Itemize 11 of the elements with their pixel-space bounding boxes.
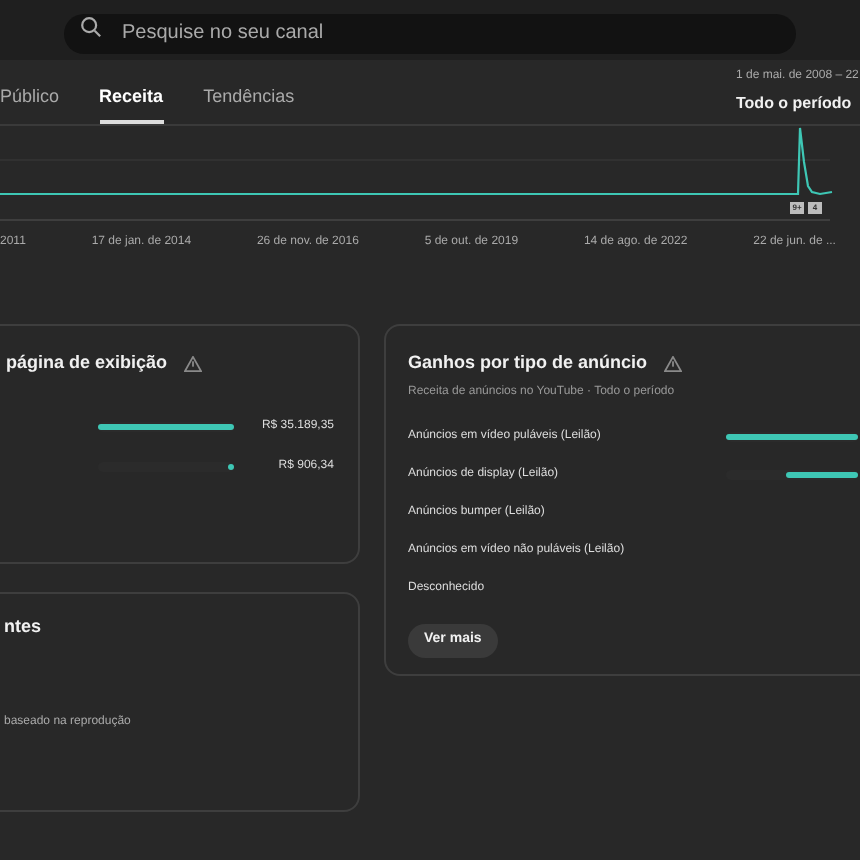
card-title: ntes [4,614,44,640]
card-title: página de exibição [6,350,168,376]
tab[interactable]: Receita [99,83,164,124]
search-field[interactable]: Pesquise no seu canal [64,13,796,53]
period-label: Todo o período [736,92,852,116]
warning-icon [183,355,202,372]
search-icon [80,15,102,37]
warning-icon [663,355,682,372]
tab[interactable]: Tendências [203,83,295,124]
card-title: Ganhos por tipo de anúncio [408,350,648,376]
tab[interactable]: Público [0,83,60,124]
